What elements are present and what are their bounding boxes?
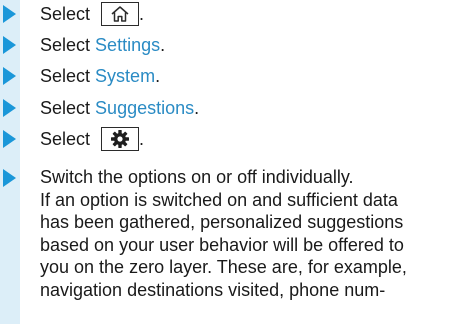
step-period: . [139,4,145,24]
suggestions-link[interactable]: Suggestions [95,98,194,118]
paragraph-line: If an option is switched on and sufficie… [40,189,398,210]
step-prefix: Select [40,98,91,118]
settings-link[interactable]: Settings [95,35,160,55]
paragraph-line: has been gathered, personalized suggesti… [40,212,404,232]
step-prefix: Select [40,4,91,24]
step-prefix: Select [40,66,91,86]
step-bullet-icon [3,130,16,148]
paragraph-line: you on the zero layer. These are, for ex… [40,257,407,277]
settings-gear-icon [111,129,130,148]
step-text: Select System. [40,65,160,87]
home-key [101,1,140,26]
step-paragraph: Switch the options on or off individuall… [40,166,470,301]
paragraph-line: Switch the options on or off individuall… [40,167,354,187]
step-bullet-icon [3,5,16,23]
paragraph-line: based on your user behavior will be offe… [40,234,404,255]
step-text: Select Settings. [40,34,165,56]
step-bullet-icon [3,67,16,85]
step-text: Select . [40,1,145,26]
paragraph-line: navigation destinations visited, phone n… [40,279,386,300]
step-text: Select Suggestions. [40,97,199,119]
step-suffix: . [160,35,166,55]
step-bullet-icon [3,169,16,187]
system-link[interactable]: System [95,66,155,86]
home-icon [111,6,129,22]
step-bullet-icon [3,36,16,54]
step-suffix: . [194,98,200,118]
settings-key [101,126,140,151]
step-period: . [139,129,145,149]
step-prefix: Select [40,35,91,55]
step-suffix: . [155,66,161,86]
step-bullet-icon [3,99,16,117]
step-prefix: Select [40,129,91,149]
step-text: Select . [40,126,145,151]
